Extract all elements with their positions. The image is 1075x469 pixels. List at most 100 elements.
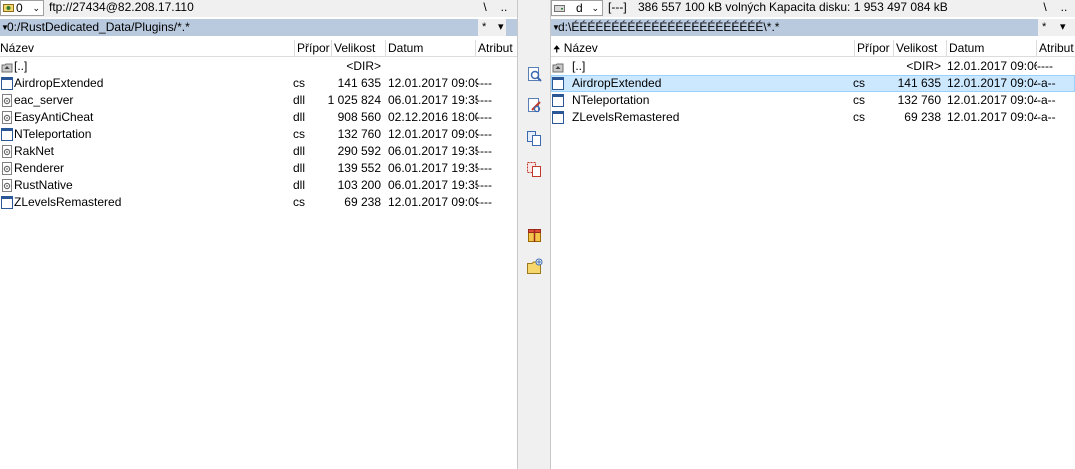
file-attr: ----	[476, 178, 492, 192]
right-col-ext-label: Přípor	[857, 41, 890, 55]
file-row[interactable]: RakNet dll 290 592 06.01.2017 19:35 ----	[0, 143, 517, 160]
chevron-down-icon: ⌄	[591, 3, 599, 13]
file-row[interactable]: [..] <DIR>	[0, 58, 517, 75]
sort-up-icon: 🠉	[553, 44, 561, 54]
right-drive-bar: d ⌄ [---] 386 557 100 kB volných Kapacit…	[551, 0, 1075, 17]
dll-file-icon	[2, 179, 12, 192]
file-ext: cs	[293, 195, 305, 209]
right-filter-star[interactable]: *	[1042, 19, 1046, 36]
file-attr	[476, 58, 516, 75]
left-filter-star[interactable]: *	[482, 19, 486, 36]
right-up-button[interactable]: ..	[1057, 0, 1071, 15]
left-root-button[interactable]: \	[478, 0, 492, 15]
file-attr: ----	[476, 110, 492, 124]
file-date: 12.01.2017 09:04	[947, 93, 1037, 107]
file-ext: cs	[853, 110, 865, 124]
right-col-ext[interactable]: Přípor	[855, 40, 894, 56]
right-col-size[interactable]: Velikost	[894, 40, 947, 56]
left-col-size-label: Velikost	[334, 41, 376, 55]
file-ext: cs	[853, 93, 865, 107]
left-col-attr[interactable]: Atribut	[476, 40, 517, 56]
dll-file-icon	[2, 145, 12, 158]
file-ext	[293, 58, 323, 75]
left-filter-dropdown[interactable]: ▾	[498, 19, 504, 36]
file-attr: ----	[476, 161, 492, 175]
left-col-ext[interactable]: Přípor	[295, 40, 332, 56]
left-col-date[interactable]: Datum	[386, 40, 476, 56]
left-col-name[interactable]: Název	[0, 40, 295, 56]
file-attr: ----	[476, 127, 492, 141]
file-size: 132 760	[337, 127, 381, 141]
copy-files-icon[interactable]	[526, 130, 543, 147]
file-row[interactable]: eac_server dll 1 025 824 06.01.2017 19:35 --…	[0, 92, 517, 109]
file-ext: dll	[293, 178, 306, 192]
right-col-attr-label: Atribut	[1039, 41, 1074, 55]
file-attr: ----	[476, 93, 492, 107]
right-root-button[interactable]: \	[1038, 0, 1052, 15]
file-name: ZLevelsRemastered	[572, 110, 680, 124]
right-col-name-label: Název	[563, 41, 598, 55]
right-drive-selector[interactable]: d ⌄	[551, 0, 603, 16]
file-row[interactable]: NTeleportation cs 132 760 12.01.2017 09:09-…	[0, 126, 517, 143]
file-row[interactable]: NTeleportation cs 132 760 12.01.2017 09:04-…	[551, 92, 1075, 109]
file-row[interactable]: ZLevelsRemastered cs 69 238 12.01.2017 09:0…	[0, 194, 517, 211]
file-row[interactable]: [..] <DIR> 12.01.2017 09:06 ----	[551, 58, 1075, 75]
right-filter-dropdown[interactable]: ▾	[1060, 19, 1066, 36]
file-size: 69 238	[344, 195, 381, 209]
file-row[interactable]: AirdropExtended cs 141 635 12.01.2017 09:04…	[551, 75, 1075, 92]
left-column-header: Název Přípor Velikost Datum Atribut	[0, 40, 517, 57]
file-row[interactable]: AirdropExtended cs 141 635 12.01.2017 09:09…	[0, 75, 517, 92]
left-drive-selector[interactable]: 0 ⌄	[0, 0, 44, 16]
file-ext: cs	[293, 127, 305, 141]
file-size: 69 238	[904, 110, 941, 124]
dll-file-icon	[2, 162, 12, 175]
view-file-icon[interactable]	[526, 66, 543, 83]
file-size: 132 760	[897, 93, 941, 107]
file-row[interactable]: EasyAntiCheat dll 908 560 02.12.2016 18:00-…	[0, 109, 517, 126]
file-ext: dll	[293, 110, 306, 124]
cs-file-icon	[1, 128, 13, 141]
right-col-date[interactable]: Datum	[947, 40, 1037, 56]
file-name: AirdropExtended	[14, 76, 104, 90]
cs-file-icon	[552, 94, 564, 107]
left-col-ext-label: Přípor	[297, 41, 330, 55]
file-size: 139 552	[337, 161, 381, 175]
file-date: 06.01.2017 19:35	[388, 144, 478, 158]
file-date: 12.01.2017 09:09	[388, 127, 478, 141]
file-name: RustNative	[14, 178, 73, 192]
chevron-down-icon: ⌄	[32, 3, 40, 13]
right-path-bar[interactable]: ▼ d:\ÉÉÉÉÉÉÉÉÉÉÉÉÉÉÉÉÉÉÉÉÉÉÉÉ\*.*	[551, 19, 1075, 36]
file-attr: -a--	[1037, 76, 1056, 90]
left-col-name-label: Název	[0, 41, 35, 55]
pack-files-icon[interactable]	[526, 226, 543, 243]
left-filter-area: * ▾	[478, 19, 506, 36]
left-col-size[interactable]: Velikost	[332, 40, 386, 56]
right-col-attr[interactable]: Atribut	[1037, 40, 1075, 56]
file-date: 12.01.2017 09:04	[947, 110, 1037, 124]
move-files-icon[interactable]	[526, 161, 543, 178]
edit-file-icon[interactable]	[526, 97, 543, 114]
cs-file-icon	[552, 77, 564, 90]
file-row[interactable]: Renderer dll 139 552 06.01.2017 19:35 ----	[0, 160, 517, 177]
file-ext: dll	[293, 93, 306, 107]
left-col-date-label: Datum	[388, 41, 424, 55]
file-name: NTeleportation	[572, 93, 650, 107]
file-row[interactable]: RustNative dll 103 200 06.01.2017 19:35 ----	[0, 177, 517, 194]
file-name: NTeleportation	[14, 127, 92, 141]
new-folder-icon[interactable]	[526, 258, 543, 275]
right-col-name[interactable]: 🠉 Název	[551, 40, 855, 56]
left-up-button[interactable]: ..	[497, 0, 511, 15]
file-date: 06.01.2017 19:35	[388, 93, 478, 107]
file-attr: ----	[476, 144, 492, 158]
file-row[interactable]: ZLevelsRemastered cs 69 238 12.01.2017 09:0…	[551, 109, 1075, 126]
file-name: RakNet	[14, 144, 55, 158]
right-drive-letter: d	[576, 1, 583, 15]
file-name: ZLevelsRemastered	[14, 195, 122, 209]
hard-drive-icon	[554, 5, 565, 12]
file-name: AirdropExtended	[572, 76, 662, 90]
left-path-bar[interactable]: ▼ 0:/RustDedicated_Data/Plugins/*.*	[0, 19, 517, 36]
file-size: <DIR>	[346, 59, 381, 73]
file-name: eac_server	[14, 93, 74, 107]
vertical-button-bar	[517, 0, 551, 469]
file-size: 1 025 824	[327, 93, 381, 107]
